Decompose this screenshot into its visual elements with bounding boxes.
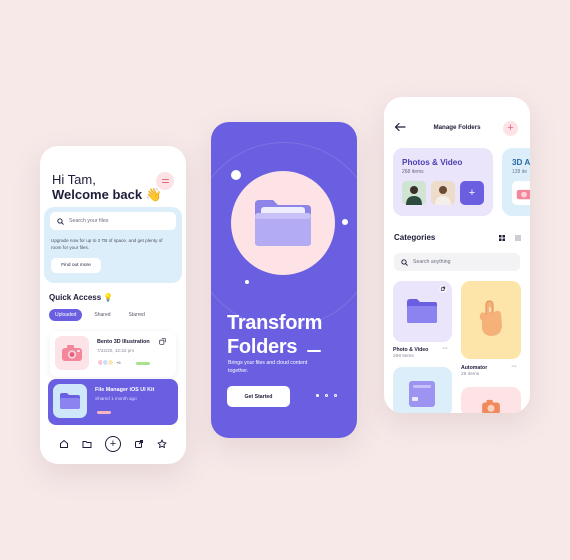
file-title: Bento 3D Illustration bbox=[97, 339, 150, 345]
star-icon[interactable] bbox=[156, 438, 168, 450]
camera-icon bbox=[512, 181, 530, 205]
folder-name: Photos & Video bbox=[402, 158, 463, 167]
card-icon bbox=[409, 381, 435, 407]
extra-collaborators: +6 bbox=[116, 360, 121, 365]
search-input[interactable]: Search your files bbox=[50, 212, 176, 230]
category-name: Automator bbox=[461, 365, 488, 371]
bottom-nav: + bbox=[40, 432, 186, 456]
folder-card-photos[interactable]: Photos & Video 268 items + bbox=[393, 148, 493, 216]
decorative-dot bbox=[231, 170, 241, 180]
folder-count: 268 items bbox=[402, 169, 424, 175]
collaborator-avatars: +6 bbox=[97, 359, 121, 366]
more-options-icon[interactable]: ··· bbox=[511, 363, 517, 370]
search-placeholder: Search your files bbox=[69, 218, 109, 224]
manage-folders-screen: Manage Folders + Photos & Video 268 item… bbox=[384, 97, 530, 413]
upgrade-text: Upgrade now for up to 2 TB of space, and… bbox=[51, 238, 163, 250]
add-folder-button[interactable]: + bbox=[503, 121, 518, 136]
hand-icon bbox=[479, 300, 502, 336]
greeting: Hi Tam, Welcome back 👋 bbox=[52, 172, 162, 202]
decorative-dot bbox=[342, 219, 348, 225]
camera-icon bbox=[482, 399, 500, 413]
photo-thumbnail[interactable] bbox=[402, 181, 426, 205]
category-search-input[interactable]: Search anything bbox=[394, 253, 520, 271]
add-photo-button[interactable]: + bbox=[460, 181, 484, 205]
greeting-name: Hi Tam, bbox=[52, 172, 96, 187]
page-dot bbox=[334, 394, 337, 397]
find-out-more-button[interactable]: Find out more bbox=[51, 258, 101, 273]
category-count: 268 items bbox=[393, 354, 414, 359]
quick-access-title: Quick Access 💡 bbox=[49, 293, 114, 302]
search-icon bbox=[57, 217, 64, 225]
folder-card-3d[interactable]: 3D A 128 ite bbox=[502, 148, 530, 216]
file-date: Shared 1 month ago bbox=[95, 396, 137, 401]
share-icon[interactable] bbox=[439, 285, 447, 293]
category-count: 28 items bbox=[461, 372, 480, 377]
category-tile-automator[interactable] bbox=[461, 281, 521, 359]
search-placeholder: Search anything bbox=[413, 259, 451, 265]
decorative-dash bbox=[307, 350, 321, 352]
onboarding-subtitle: Brings your files and cloud content toge… bbox=[228, 360, 308, 374]
category-tile-card[interactable] bbox=[393, 367, 452, 413]
share-icon[interactable] bbox=[133, 438, 145, 450]
tab-starred[interactable]: Starred bbox=[123, 309, 151, 321]
photo-thumbnail[interactable] bbox=[431, 181, 455, 205]
onboarding-screen: Transform Folders Brings your files and … bbox=[211, 122, 357, 438]
folder-count: 128 ite bbox=[512, 169, 528, 175]
progress-bar bbox=[97, 411, 111, 414]
folder-name: 3D A bbox=[512, 158, 530, 167]
category-tile-photo-video[interactable] bbox=[393, 281, 452, 342]
search-icon bbox=[401, 258, 408, 266]
tab-uploaded[interactable]: Uploaded bbox=[49, 309, 83, 321]
progress-bar bbox=[136, 362, 150, 365]
folder-icon bbox=[53, 384, 87, 418]
page-dot bbox=[325, 394, 328, 397]
list-view-icon[interactable] bbox=[515, 235, 521, 241]
page-dot-active bbox=[316, 394, 319, 397]
get-started-button[interactable]: Get Started bbox=[227, 386, 290, 407]
categories-title: Categories bbox=[394, 233, 436, 242]
folder-icon bbox=[407, 299, 437, 323]
file-card-file-manager[interactable]: File Manager iOS UI Kit Shared 1 month a… bbox=[48, 379, 178, 425]
title-line-2: Folders bbox=[227, 336, 298, 358]
title-line-1: Transform bbox=[227, 312, 323, 334]
folder-icon[interactable] bbox=[81, 438, 93, 450]
home-screen: Hi Tam, Welcome back 👋 Search your files… bbox=[40, 146, 186, 464]
upgrade-card: Search your files Upgrade now for up to … bbox=[44, 207, 182, 283]
welcome-back-text: Welcome back 👋 bbox=[52, 187, 162, 202]
grid-view-icon[interactable] bbox=[499, 235, 505, 241]
folder-icon bbox=[255, 200, 311, 246]
page-indicator bbox=[316, 394, 337, 397]
add-icon[interactable]: + bbox=[104, 436, 121, 452]
tab-shared[interactable]: Shared bbox=[88, 309, 116, 321]
category-name: Photo & Video bbox=[393, 347, 429, 353]
decorative-dot bbox=[245, 280, 249, 284]
home-icon[interactable] bbox=[58, 438, 70, 450]
share-icon[interactable] bbox=[159, 338, 166, 345]
file-title: File Manager iOS UI Kit bbox=[95, 387, 155, 393]
camera-icon bbox=[55, 336, 89, 370]
more-options-icon[interactable]: ··· bbox=[442, 345, 448, 352]
file-card-bento[interactable]: Bento 3D Illustration 7/22/20, 12:32 pm … bbox=[50, 331, 176, 377]
file-date: 7/22/20, 12:32 pm bbox=[97, 348, 135, 353]
menu-icon[interactable] bbox=[156, 172, 174, 190]
folder-illustration bbox=[231, 171, 335, 275]
quick-access-tabs: Uploaded Shared Starred bbox=[49, 309, 151, 321]
category-tile-camera[interactable] bbox=[461, 387, 521, 413]
